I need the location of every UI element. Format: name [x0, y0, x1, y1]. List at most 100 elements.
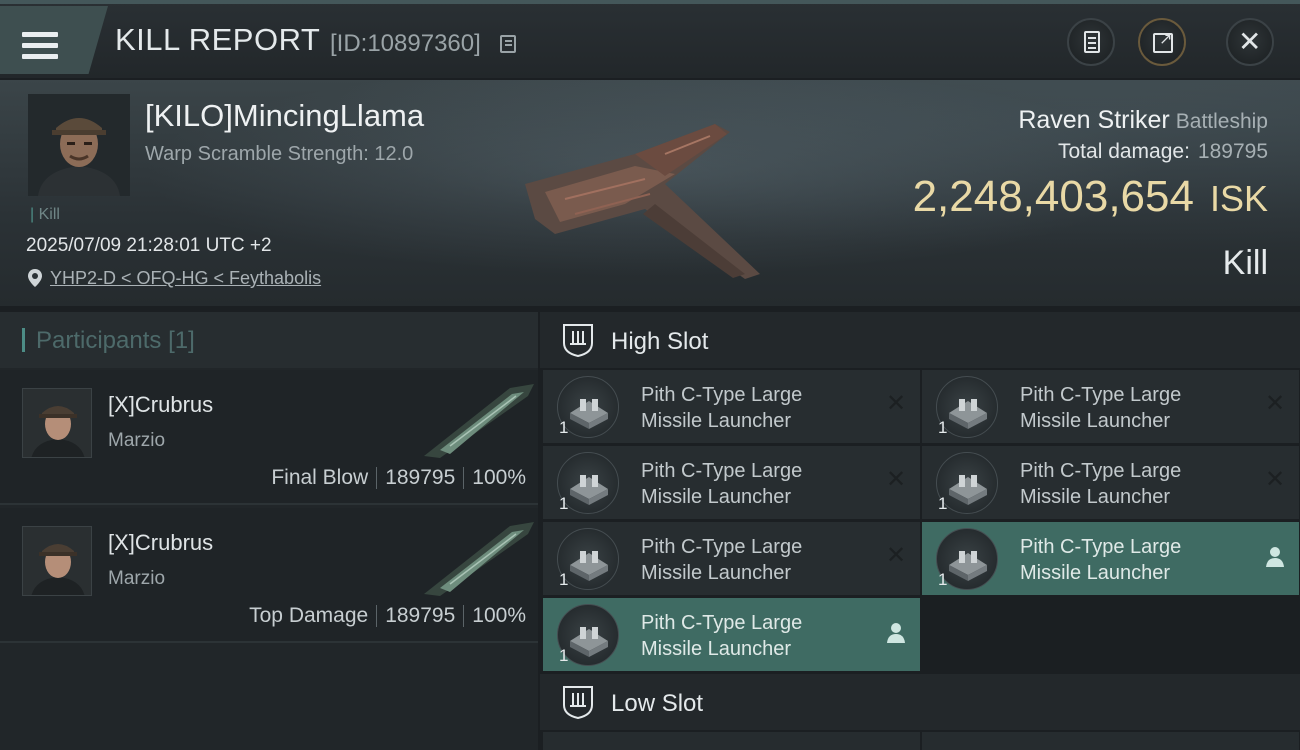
isk-amount: 2,248,403,654	[912, 172, 1194, 221]
module-item[interactable]: 1 Pith C-Type Large Missile Launcher ✕	[543, 446, 920, 519]
module-item[interactable]: 1 Pith C-Type Large Missile Launcher	[543, 598, 920, 671]
participant-row[interactable]: [X]Crubrus Marzio Final Blow 189795 100%	[0, 370, 538, 505]
x-mark-icon: ✕	[1264, 390, 1286, 417]
participant-ship-image	[420, 518, 538, 598]
low-slot-header: Low Slot	[540, 674, 1300, 730]
module-quantity: 1	[938, 570, 948, 589]
module-name-line1: Pith C-Type Large	[641, 612, 803, 634]
participant-percent: 100%	[472, 604, 526, 627]
module-name-line2: Missile Launcher	[641, 562, 792, 584]
clipboard-icon	[1084, 31, 1100, 53]
module-name-line1: Pith C-Type Large	[1020, 460, 1182, 482]
module-quantity: 1	[559, 646, 569, 665]
module-name: Pith C-Type Large Missile Launcher	[1020, 382, 1250, 434]
share-button[interactable]	[1138, 18, 1186, 66]
participant-corp: Marzio	[108, 568, 166, 589]
module-item[interactable]: 1 Pith C-Type Large Missile Launcher ✕	[922, 446, 1299, 519]
module-item[interactable]: 1 Pith C-Type Large Missile Launcher ✕	[543, 522, 920, 595]
participants-title-text: Participants	[36, 327, 162, 354]
module-quantity: 1	[559, 418, 569, 437]
participant-damage: 189795	[385, 604, 456, 627]
accent-bar	[22, 328, 25, 352]
module-name: Pith C-Type Large Missile Launcher	[1020, 458, 1250, 510]
module-item[interactable]: 1 Pith C-Type Large Missile Launcher	[922, 522, 1299, 595]
module-name-line2: Missile Launcher	[641, 486, 792, 508]
fitting-panel: High Slot 1 Pith C-Type Large Missile Lau…	[540, 312, 1300, 750]
close-icon: ✕	[1238, 26, 1262, 57]
ship-type: Raven Striker	[1018, 106, 1170, 134]
person-icon	[884, 620, 908, 644]
location-link[interactable]: YHP2-D < OFQ-HG < Feythabolis	[50, 268, 321, 289]
module-name-line2: Missile Launcher	[641, 638, 792, 660]
module-item[interactable]: 1 Pith C-Type Large Missile Launcher ✕	[922, 370, 1299, 443]
page-title: KILL REPORT	[115, 22, 321, 57]
module-name-line2: Missile Launcher	[641, 410, 792, 432]
x-mark-icon: ✕	[1264, 466, 1286, 493]
isk-unit: ISK	[1209, 178, 1268, 219]
module-name: Pith C-Type Large Missile Launcher	[641, 534, 871, 586]
participant-portrait[interactable]	[22, 388, 92, 458]
victim-ship-image	[515, 114, 775, 284]
participant-stats: Final Blow 189795 100%	[271, 466, 526, 490]
module-name-line2: Missile Launcher	[1020, 410, 1171, 432]
ship-name[interactable]: Raven Striker Battleship	[1018, 106, 1268, 135]
share-icon	[1153, 29, 1173, 53]
victim-banner: [KILO]MincingLlama Warp Scramble Strengt…	[0, 80, 1300, 306]
module-quantity: 1	[938, 418, 948, 437]
module-name-line1: Pith C-Type Large	[1020, 384, 1182, 406]
module-name-line2: Missile Launcher	[1020, 486, 1171, 508]
kill-tag: | Kill	[30, 206, 60, 223]
module-name: Pith C-Type Large Missile Launcher	[1020, 534, 1250, 586]
isk-value: 2,248,403,654 ISK	[913, 172, 1268, 222]
module-name-line1: Pith C-Type Large	[641, 536, 803, 558]
x-mark-icon: ✕	[885, 466, 907, 493]
high-slot-header: High Slot	[540, 312, 1300, 368]
hamburger-icon[interactable]	[22, 32, 58, 59]
location-pin-icon	[28, 269, 42, 287]
module-quantity: 1	[938, 494, 948, 513]
menu-button[interactable]	[0, 6, 108, 74]
participant-name[interactable]: [X]Crubrus	[108, 530, 213, 556]
module-name: Pith C-Type Large Missile Launcher	[641, 382, 871, 434]
participant-row[interactable]: [X]Crubrus Marzio Top Damage 189795 100%	[0, 508, 538, 643]
module-name-line1: Pith C-Type Large	[1020, 536, 1182, 558]
victim-portrait[interactable]	[28, 94, 130, 196]
result-label: Kill	[1222, 244, 1268, 282]
participant-role: Final Blow	[271, 466, 369, 489]
total-damage: Total damage: 189795	[1058, 140, 1268, 164]
module-name-line2: Missile Launcher	[1020, 562, 1171, 584]
participants-title: Participants [1]	[36, 327, 195, 355]
participant-portrait[interactable]	[22, 526, 92, 596]
participants-panel: Participants [1] [X]Crubrus Marzio Final…	[0, 312, 538, 750]
participant-damage: 189795	[385, 466, 456, 489]
top-bar: KILL REPORT [ID:10897360] ✕	[0, 0, 1300, 78]
high-slot-icon	[562, 323, 594, 358]
module-name-line1: Pith C-Type Large	[641, 460, 803, 482]
module-name-line1: Pith C-Type Large	[641, 384, 803, 406]
module-item[interactable]: 1 Pith C-Type Large Missile Launcher ✕	[543, 370, 920, 443]
participant-ship-image	[420, 380, 538, 460]
clipboard-button[interactable]	[1067, 18, 1115, 66]
report-id: [ID:10897360]	[330, 30, 481, 57]
kill-tag-label: Kill	[38, 206, 60, 223]
participant-name[interactable]: [X]Crubrus	[108, 392, 213, 418]
total-damage-value: 189795	[1197, 140, 1268, 163]
x-mark-icon: ✕	[885, 542, 907, 569]
low-slot-title: Low Slot	[611, 690, 704, 717]
module-quantity: 1	[559, 494, 569, 513]
low-slot-module-partial[interactable]	[543, 732, 920, 750]
participant-percent: 100%	[472, 466, 526, 489]
close-button[interactable]: ✕	[1226, 18, 1274, 66]
module-name: Pith C-Type Large Missile Launcher	[641, 610, 871, 662]
module-quantity: 1	[559, 570, 569, 589]
participant-corp: Marzio	[108, 430, 166, 451]
participants-count: [1]	[168, 327, 195, 354]
copy-icon[interactable]	[500, 35, 516, 53]
person-icon	[1263, 544, 1287, 568]
ship-class: Battleship	[1175, 110, 1268, 133]
warp-scramble-strength: Warp Scramble Strength: 12.0	[145, 143, 414, 165]
victim-name[interactable]: [KILO]MincingLlama	[145, 98, 424, 134]
low-slot-module-partial[interactable]	[922, 732, 1299, 750]
x-mark-icon: ✕	[885, 390, 907, 417]
participants-header: Participants [1]	[0, 312, 538, 368]
